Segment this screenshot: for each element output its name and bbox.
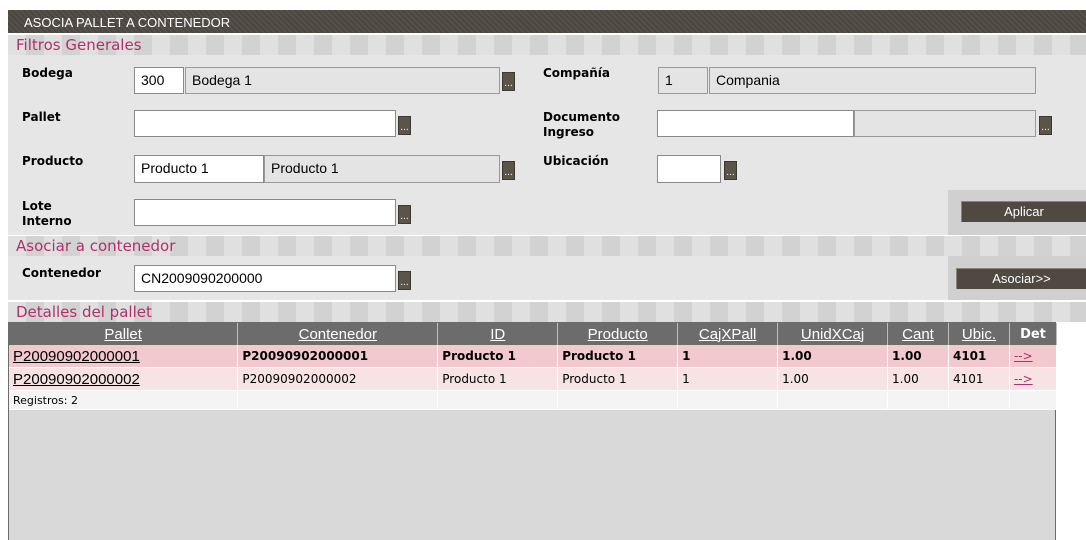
col-header-det: Det <box>1009 323 1058 345</box>
footer-cell <box>437 390 559 410</box>
lote-lookup-button[interactable]: ... <box>398 205 411 224</box>
lote-label-line1: Lote <box>22 199 52 213</box>
pallet-lookup-button[interactable]: ... <box>398 116 411 135</box>
pallet-details-table: Pallet Contenedor ID Producto CajXPall U… <box>9 323 1058 410</box>
documento-label: Documento Ingreso <box>543 110 620 140</box>
col-header-contenedor[interactable]: Contenedor <box>237 323 439 345</box>
compania-name-field: Compania <box>709 67 1036 94</box>
footer-cell <box>887 390 949 410</box>
cell-unidxcaj: 1.00 <box>777 345 889 368</box>
contenedor-label: Contenedor <box>22 266 101 280</box>
footer-cell <box>948 390 1010 410</box>
bodega-lookup-button[interactable]: ... <box>502 72 515 91</box>
table-footer-row: Registros: 2 <box>9 390 1058 410</box>
record-count: Registros: 2 <box>9 390 239 410</box>
col-header-cajxpall[interactable]: CajXPall <box>677 323 779 345</box>
compania-code-field: 1 <box>658 67 708 94</box>
documento-desc-field <box>854 110 1036 137</box>
col-header-id[interactable]: ID <box>437 323 559 345</box>
documento-lookup-button[interactable]: ... <box>1039 116 1052 135</box>
documento-label-line2: Ingreso <box>543 125 595 139</box>
col-header-cant[interactable]: Cant <box>887 323 949 345</box>
ubicacion-lookup-button[interactable]: ... <box>724 161 737 180</box>
cell-producto: Producto 1 <box>557 367 679 391</box>
col-header-producto[interactable]: Producto <box>557 323 679 345</box>
cell-cajxpall: 1 <box>677 345 779 368</box>
producto-name-field: Producto 1 <box>264 155 500 183</box>
col-header-ubic[interactable]: Ubic. <box>948 323 1010 345</box>
section-asociar-contenedor: Asociar a contenedor <box>8 236 1086 256</box>
footer-cell <box>1009 390 1058 410</box>
cell-contenedor: P20090902000002 <box>237 367 439 391</box>
cell-det: --> <box>1009 367 1058 391</box>
producto-lookup-button[interactable]: ... <box>502 161 515 180</box>
lote-label: Lote Interno <box>22 199 72 229</box>
window-title: ASOCIA PALLET A CONTENEDOR <box>8 10 1086 33</box>
col-header-pallet[interactable]: Pallet <box>9 323 239 345</box>
documento-label-line1: Documento <box>543 110 621 124</box>
aplicar-button[interactable]: Aplicar <box>961 201 1086 222</box>
contenedor-input[interactable]: CN2009090200000 <box>134 265 396 292</box>
cell-unidxcaj: 1.00 <box>777 367 889 391</box>
table-row[interactable]: P20090902000001 P20090902000001 Producto… <box>9 345 1058 368</box>
pallet-input[interactable] <box>134 110 396 137</box>
det-link[interactable]: --> <box>1014 372 1033 386</box>
col-header-unidxcaj[interactable]: UnidXCaj <box>777 323 889 345</box>
pallet-label: Pallet <box>22 110 61 124</box>
cell-det: --> <box>1009 345 1058 368</box>
table-header-row: Pallet Contenedor ID Producto CajXPall U… <box>9 323 1058 345</box>
cell-producto: Producto 1 <box>557 345 679 368</box>
bodega-label: Bodega <box>22 66 73 80</box>
cell-pallet[interactable]: P20090902000002 <box>9 367 239 391</box>
lote-input[interactable] <box>134 199 396 226</box>
section-filtros-generales: Filtros Generales <box>8 35 1086 55</box>
footer-cell <box>677 390 779 410</box>
cell-cajxpall: 1 <box>677 367 779 391</box>
documento-input[interactable] <box>657 110 854 137</box>
footer-cell <box>557 390 679 410</box>
cell-ubic: 4101 <box>948 367 1010 391</box>
producto-label: Producto <box>22 154 84 168</box>
asociar-button[interactable]: Asociar>> <box>956 268 1086 289</box>
cell-contenedor: P20090902000001 <box>237 345 439 368</box>
lote-label-line2: Interno <box>22 214 72 228</box>
cell-cant: 1.00 <box>887 367 949 391</box>
pallet-details-grid: Pallet Contenedor ID Producto CajXPall U… <box>8 322 1058 540</box>
cell-pallet[interactable]: P20090902000001 <box>9 345 239 368</box>
det-link[interactable]: --> <box>1014 349 1033 363</box>
footer-cell <box>237 390 439 410</box>
ubicacion-input[interactable] <box>657 155 721 183</box>
cell-id: Producto 1 <box>437 367 559 391</box>
bodega-name-field: Bodega 1 <box>185 67 500 94</box>
producto-code-input[interactable]: Producto 1 <box>134 155 264 183</box>
cell-cant: 1.00 <box>887 345 949 368</box>
footer-cell <box>777 390 889 410</box>
cell-id: Producto 1 <box>437 345 559 368</box>
bodega-code-input[interactable]: 300 <box>134 67 184 94</box>
section-detalles-pallet: Detalles del pallet <box>8 302 1086 322</box>
table-row[interactable]: P20090902000002 P20090902000002 Producto… <box>9 367 1058 391</box>
compania-label: Compañía <box>543 66 610 80</box>
cell-ubic: 4101 <box>948 345 1010 368</box>
ubicacion-label: Ubicación <box>543 154 609 168</box>
contenedor-lookup-button[interactable]: ... <box>398 271 411 290</box>
